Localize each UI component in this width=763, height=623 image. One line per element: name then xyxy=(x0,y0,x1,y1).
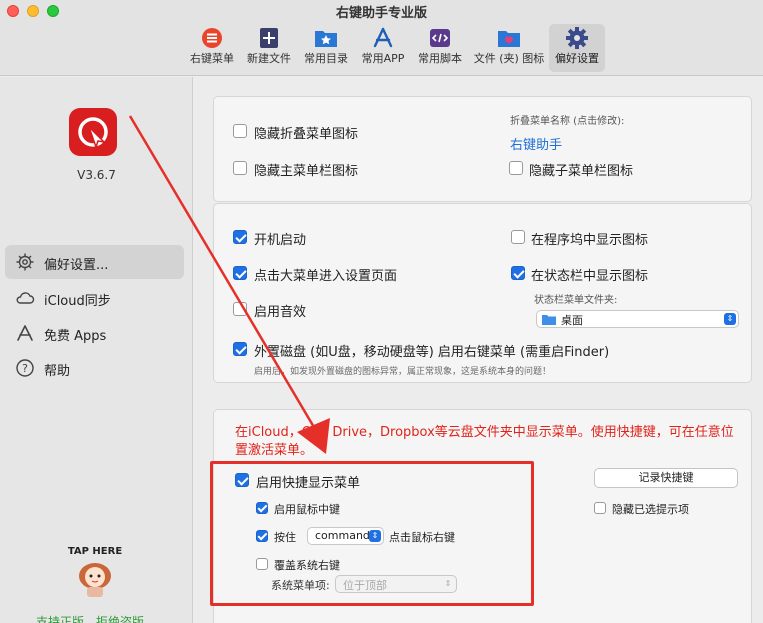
external-disk-label: 外置磁盘 (如U盘，移动硬盘等) 启用右键菜单 (需重启Finder) xyxy=(254,345,610,360)
enable-sound-checkbox[interactable] xyxy=(233,302,247,316)
mascot-caption: TAP HERE xyxy=(68,546,122,557)
hide-main-bar-icon-label: 隐藏主菜单栏图标 xyxy=(254,164,359,179)
record-shortcut-button[interactable]: 记录快捷键 xyxy=(594,468,738,488)
tab-common-scripts[interactable]: 常用脚本 xyxy=(414,24,466,72)
chevron-updown-icon: ⇕ xyxy=(724,313,736,325)
sidebar-item-help[interactable]: ? 帮助 xyxy=(5,351,184,385)
show-in-dock-checkbox[interactable] xyxy=(511,230,525,244)
tab-label: 常用APP xyxy=(361,52,405,65)
support-genuine-text: 支持正版，拒绝盗版 xyxy=(36,615,145,623)
window-title: 右键助手专业版 xyxy=(335,6,427,21)
window-toolbar: 右键助手专业版 右键菜单 新建文件 常用目录 常用APP 常用脚本 文件 (夹)… xyxy=(0,0,763,76)
show-in-statusbar-checkbox[interactable] xyxy=(511,266,525,280)
tab-label: 常用目录 xyxy=(304,52,348,65)
tab-new-file[interactable]: 新建文件 xyxy=(243,24,295,72)
gear-icon xyxy=(566,27,588,49)
hide-main-bar-icon-checkbox[interactable] xyxy=(233,161,247,175)
svg-text:?: ? xyxy=(22,362,28,375)
tab-preferences[interactable]: 偏好设置 xyxy=(549,24,605,72)
tab-label: 常用脚本 xyxy=(418,52,462,65)
hide-sub-bar-icon-checkbox[interactable] xyxy=(509,161,523,175)
hide-fold-icon-checkbox[interactable] xyxy=(233,124,247,138)
external-disk-hint: 启用后，如发现外置磁盘的图标异常，属正常现象，这是系统本身的问题！ xyxy=(254,367,552,377)
hide-selected-hint-checkbox[interactable] xyxy=(594,502,606,514)
hide-fold-icon-label: 隐藏折叠菜单图标 xyxy=(254,127,359,142)
sidebar-item-label: 帮助 xyxy=(44,364,71,379)
sidebar-item-label: 免费 Apps xyxy=(44,329,107,344)
tab-common-folders[interactable]: 常用目录 xyxy=(300,24,352,72)
statusbar-folder-value: 桌面 xyxy=(561,314,583,327)
cloud-icon xyxy=(16,292,35,304)
cloud-shortcut-warning: 在iCloud，One Drive，Dropbox等云盘文件夹中显示菜单。使用快… xyxy=(235,425,734,458)
app-logo xyxy=(69,108,117,156)
mascot-illustration: TAP HERE xyxy=(68,546,122,597)
app-store-icon xyxy=(373,27,393,48)
sidebar-item-free-apps[interactable]: 免费 Apps xyxy=(5,316,184,350)
annotation-highlight-box xyxy=(210,461,534,606)
cursor-logo-icon xyxy=(78,117,108,150)
tab-file-folder-icons[interactable]: 文件 (夹) 图标 xyxy=(471,24,547,72)
sidebar-item-icloud-sync[interactable]: iCloud同步 xyxy=(5,281,184,315)
sidebar-item-label: iCloud同步 xyxy=(44,294,111,309)
tab-label: 文件 (夹) 图标 xyxy=(473,52,545,65)
right-click-menu-icon xyxy=(202,28,222,48)
folder-star-icon xyxy=(315,31,337,47)
tab-label: 新建文件 xyxy=(247,52,291,65)
script-icon xyxy=(430,29,450,47)
fold-name-link[interactable]: 右键助手 xyxy=(510,134,562,153)
tab-common-apps[interactable]: 常用APP xyxy=(357,24,409,72)
new-file-icon xyxy=(260,28,278,48)
external-disk-checkbox[interactable] xyxy=(233,342,247,356)
fold-name-caption: 折叠菜单名称 (点击修改): xyxy=(510,116,625,127)
statusbar-folder-select[interactable]: 桌面 ⇕ xyxy=(536,310,739,328)
folder-icon xyxy=(542,315,556,325)
click-menu-settings-checkbox[interactable] xyxy=(233,266,247,280)
tab-right-click-menu[interactable]: 右键菜单 xyxy=(186,24,238,72)
question-icon: ? xyxy=(16,359,34,377)
sidebar-item-label: 偏好设置... xyxy=(44,258,109,273)
folder-heart-icon xyxy=(498,31,520,47)
show-in-statusbar-label: 在状态栏中显示图标 xyxy=(531,269,649,284)
gear-icon xyxy=(16,253,34,271)
launch-at-login-label: 开机启动 xyxy=(254,233,307,248)
sidebar: V3.6.7 偏好设置... iCloud同步 免费 Apps ? 帮助 TAP… xyxy=(0,77,193,623)
enable-sound-label: 启用音效 xyxy=(254,305,307,320)
panel-icon-visibility: 隐藏折叠菜单图标 隐藏主菜单栏图标 折叠菜单名称 (点击修改): 右键助手 隐藏… xyxy=(213,96,752,202)
statusbar-folder-caption: 状态栏菜单文件夹: xyxy=(534,295,618,306)
panel-general: 开机启动 在程序坞中显示图标 点击大菜单进入设置页面 在状态栏中显示图标 启用音… xyxy=(213,203,752,383)
app-store-icon xyxy=(17,325,33,341)
hide-selected-hint-label: 隐藏已选提示项 xyxy=(612,503,689,516)
app-version: V3.6.7 xyxy=(77,168,116,182)
mascot-tap-here[interactable]: TAP HERE xyxy=(65,542,125,600)
tab-label: 右键菜单 xyxy=(190,52,234,65)
click-menu-settings-label: 点击大菜单进入设置页面 xyxy=(254,269,398,284)
tab-label: 偏好设置 xyxy=(555,52,599,65)
hide-sub-bar-icon-label: 隐藏子菜单栏图标 xyxy=(529,164,634,179)
show-in-dock-label: 在程序坞中显示图标 xyxy=(531,233,649,248)
launch-at-login-checkbox[interactable] xyxy=(233,230,247,244)
sidebar-item-preferences[interactable]: 偏好设置... xyxy=(5,245,184,279)
